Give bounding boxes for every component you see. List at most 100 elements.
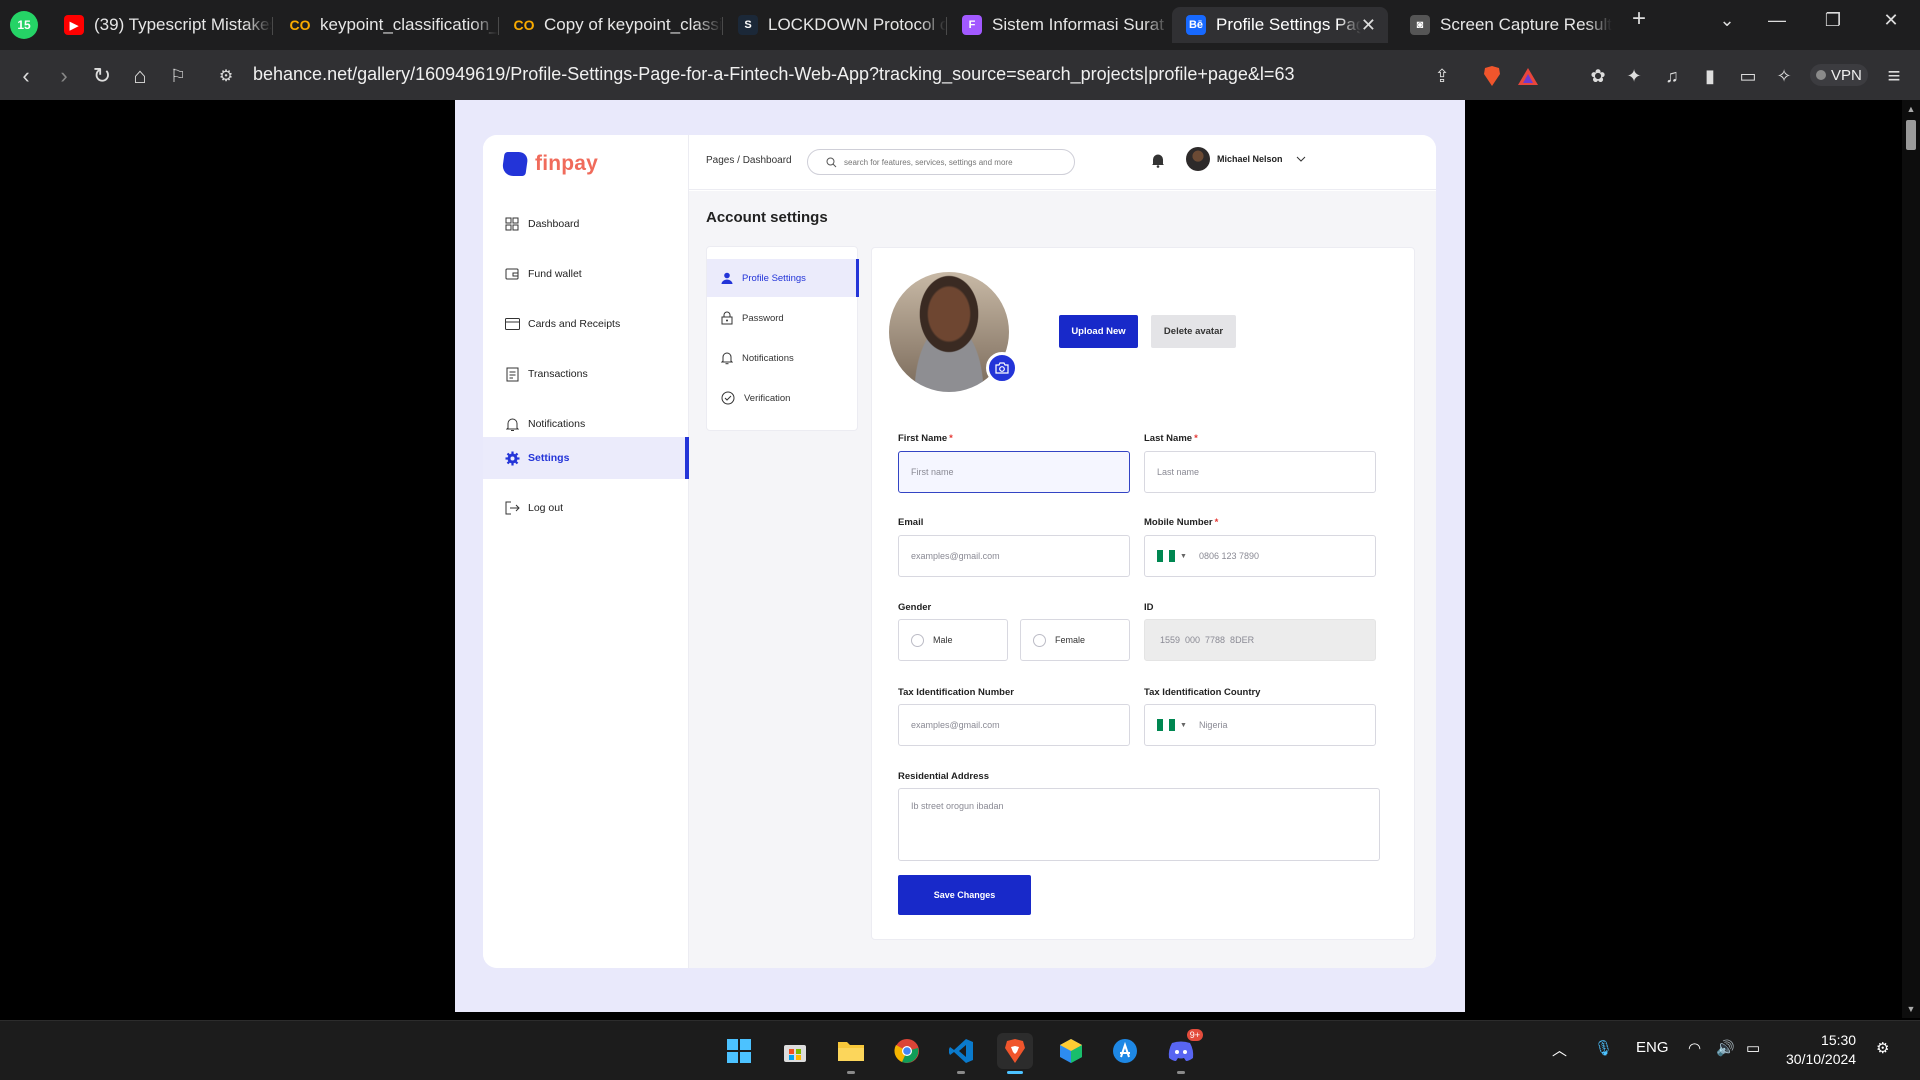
close-window-icon[interactable]: ✕ [1876,10,1906,31]
battery-icon[interactable]: ▭ [1746,1039,1760,1057]
country-dropdown-caret-icon[interactable]: ▼ [1180,722,1187,729]
first-name-label-text: First Name [898,433,948,444]
subnav-item-notifications[interactable]: Notifications [707,339,859,377]
discord-icon[interactable]: 9+ [1163,1029,1203,1074]
bookmark-icon[interactable]: ⚐ [164,62,192,90]
country-dropdown-caret-icon[interactable]: ▼ [1180,553,1187,560]
microsoft-store-icon[interactable] [777,1033,813,1069]
residential-address-field[interactable]: Ib street orogun ibadan [898,788,1380,861]
tab-divider [722,17,723,35]
tab-youtube[interactable]: ▶ (39) Typescript Mistakes [50,7,272,43]
notification-bell-icon[interactable] [1151,153,1165,173]
tab-figma[interactable]: F Sistem Informasi Surat M [948,7,1170,43]
vscode-icon[interactable] [943,1033,979,1074]
sidebar-item-cards-and-receipts[interactable]: Cards and Receipts [483,303,689,345]
scroll-up-arrow-icon[interactable]: ▲ [1902,104,1920,114]
windows-start-icon[interactable] [721,1033,757,1069]
home-icon[interactable]: ⌂ [126,62,154,90]
forward-icon[interactable]: › [50,62,78,90]
show-hidden-icons-chevron-icon[interactable]: ︿ [1552,1039,1567,1060]
required-mark: * [1194,433,1198,444]
tax-id-number-label: Tax Identification Number [898,687,1014,698]
subnav-item-password[interactable]: Password [707,299,859,337]
extensions-puzzle-icon[interactable]: ✦ [1620,62,1648,90]
system-clock[interactable]: 15:30 30/10/2024 [1786,1031,1856,1069]
search-input[interactable] [844,157,1054,167]
finpay-logo[interactable]: finpay [501,152,598,176]
subnav-item-profile-settings[interactable]: Profile Settings [707,259,859,297]
volume-icon[interactable]: 🔊 [1716,1039,1735,1057]
sidebar-item-label: Log out [528,502,564,514]
tax-id-placeholder: examples@gmail.com [911,720,1000,730]
vpn-button[interactable]: VPN [1810,64,1868,86]
notification-center-icon[interactable]: ⚙ [1876,1039,1889,1057]
change-photo-camera-icon[interactable] [986,352,1018,384]
page-scrollbar[interactable]: ▲ ▼ [1902,100,1920,1018]
save-changes-button[interactable]: Save Changes [898,875,1031,915]
tab-steam[interactable]: S LOCKDOWN Protocol on [724,7,946,43]
media-music-icon[interactable]: ♫ [1658,62,1686,90]
language-indicator[interactable]: ENG [1636,1039,1669,1056]
tab-behance-active[interactable]: Bē Profile Settings Page ✕ [1172,7,1388,43]
whatsapp-icon[interactable]: 15 [10,11,38,39]
gender-female-option[interactable]: Female [1020,619,1130,661]
scroll-thumb[interactable] [1906,120,1916,150]
card-icon [504,316,520,332]
brave-shield-icon[interactable] [1478,62,1506,90]
tab-colab-2[interactable]: CO Copy of keypoint_classifi [500,7,723,43]
tax-id-number-field[interactable]: examples@gmail.com [898,704,1130,746]
vpn-label: VPN [1831,66,1862,84]
tax-id-country-select[interactable]: ▼ Nigeria [1144,704,1376,746]
windows-taskbar: 9+ ︿ 🎙 ENG ◠ 🔊 ▭ 15:30 30/10/2024 ⚙ [0,1020,1920,1080]
sidebar-item-transactions[interactable]: Transactions [483,353,689,395]
user-menu[interactable]: Michael Nelson [1186,147,1306,171]
minimize-icon[interactable]: — [1762,10,1792,31]
search-box[interactable] [807,149,1075,175]
leo-ai-icon[interactable]: ✧ [1770,62,1798,90]
sidebar-item-log-out[interactable]: Log out [483,487,689,529]
residential-address-label: Residential Address [898,771,989,782]
upload-new-button[interactable]: Upload New [1059,315,1138,348]
clock-date: 30/10/2024 [1786,1051,1857,1067]
reload-icon[interactable]: ↻ [88,62,116,90]
tab-colab-1[interactable]: CO keypoint_classification_E [276,7,499,43]
chrome-icon[interactable] [889,1033,925,1069]
scroll-down-arrow-icon[interactable]: ▼ [1902,1004,1920,1014]
wifi-icon[interactable]: ◠ [1688,1039,1701,1057]
cookie-icon[interactable]: ✿ [1584,62,1612,90]
app-store-icon[interactable] [1107,1033,1143,1069]
sidebar-item-dashboard[interactable]: Dashboard [483,203,689,245]
delete-avatar-button[interactable]: Delete avatar [1151,315,1236,348]
breadcrumb[interactable]: Pages / Dashboard [706,155,792,166]
mobile-number-value: 0806 123 7890 [1198,551,1259,561]
last-name-field[interactable]: Last name [1144,451,1376,493]
cube-app-icon[interactable] [1053,1033,1089,1069]
first-name-field[interactable]: First name [898,451,1130,493]
back-icon[interactable]: ‹ [12,62,40,90]
brave-rewards-icon[interactable] [1514,62,1542,90]
sidebar-toggle-icon[interactable]: ▮ [1696,62,1724,90]
restore-icon[interactable]: ❐ [1818,10,1848,31]
brave-taskbar-icon[interactable] [997,1033,1033,1074]
gender-male-option[interactable]: Male [898,619,1008,661]
subnav-item-verification[interactable]: Verification [707,379,859,417]
wallet-icon[interactable]: ▭ [1734,62,1762,90]
sidebar-item-label: Cards and Receipts [528,318,621,330]
sidebar-item-settings[interactable]: Settings [483,437,689,479]
tab-screen-capture[interactable]: ◙ Screen Capture Result [1396,7,1618,43]
sidebar-item-fund-wallet[interactable]: Fund wallet [483,253,689,295]
share-icon[interactable]: ⇪ [1428,62,1456,90]
radio-female[interactable] [1033,633,1046,647]
sidebar-item-label: Fund wallet [528,268,582,280]
new-tab-plus-icon[interactable]: + [1624,5,1654,33]
menu-hamburger-icon[interactable]: ≡ [1880,62,1908,90]
radio-male[interactable] [911,633,924,647]
mobile-number-field[interactable]: ▼ 0806 123 7890 [1144,535,1376,577]
email-field[interactable]: examples@gmail.com [898,535,1130,577]
browser-toolbar: ‹ › ↻ ⌂ ⚐ ⚙ behance.net/gallery/16094961… [0,50,1920,100]
address-bar[interactable]: behance.net/gallery/160949619/Profile-Se… [205,56,1325,94]
microphone-icon[interactable]: 🎙 [1594,1039,1613,1057]
file-explorer-icon[interactable] [833,1033,869,1074]
tab-search-chevron-icon[interactable]: ⌄ [1712,10,1742,31]
tab-close-icon[interactable]: ✕ [1361,15,1376,36]
